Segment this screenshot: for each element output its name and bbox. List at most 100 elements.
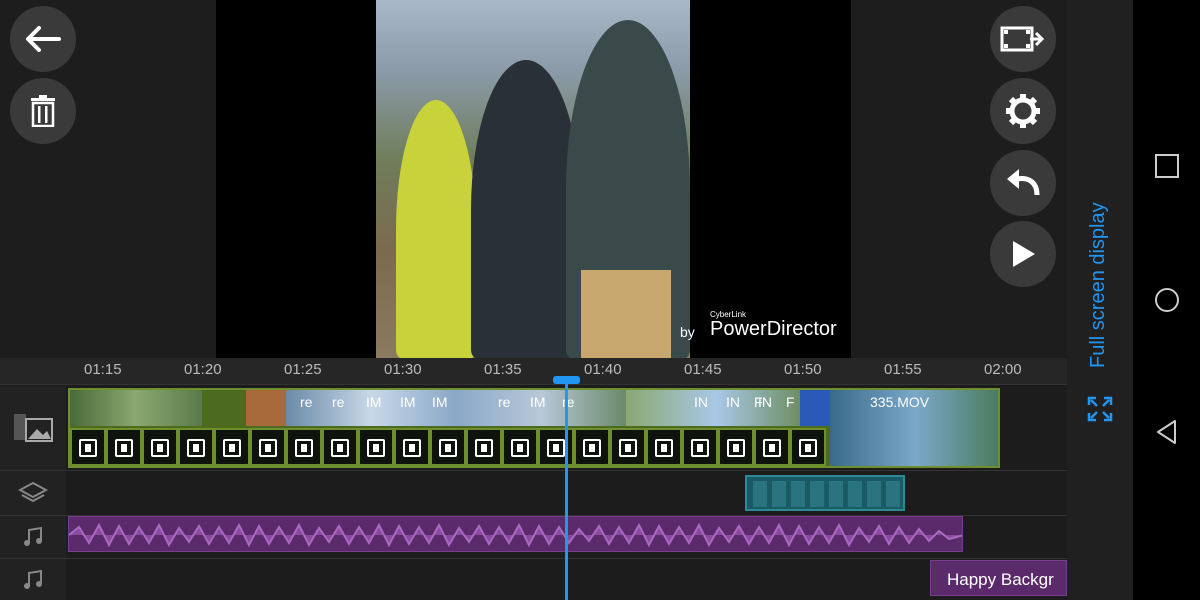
video-track-icon xyxy=(14,414,53,442)
clip-label: F xyxy=(754,394,763,410)
overlay-segment xyxy=(829,481,843,507)
music-clip-name: Happy Backgr xyxy=(947,570,1054,589)
clip-type-icon xyxy=(367,439,385,457)
clip-type-icon xyxy=(763,439,781,457)
track-divider xyxy=(0,470,1067,471)
clip-transition-block[interactable] xyxy=(322,428,358,466)
music-note-icon xyxy=(24,526,42,546)
clip-type-icon xyxy=(511,439,529,457)
clip-type-icon xyxy=(799,439,817,457)
gear-icon xyxy=(1006,94,1040,128)
clip-label: IN xyxy=(726,394,740,410)
clip-transition-block[interactable] xyxy=(142,428,178,466)
clip-label: IM xyxy=(432,394,448,410)
overlay-segment xyxy=(791,481,805,507)
clip-transition-block[interactable] xyxy=(466,428,502,466)
clip-transition-block[interactable] xyxy=(538,428,574,466)
clip-transition-block[interactable] xyxy=(70,428,106,466)
clip-thumbnail[interactable] xyxy=(246,390,286,426)
timeline[interactable]: 01:15 01:20 01:25 01:30 01:35 01:40 01:4… xyxy=(0,358,1067,600)
export-button[interactable] xyxy=(990,6,1056,72)
music-clip-2[interactable]: Happy Backgr xyxy=(930,560,1067,596)
preview-frame xyxy=(376,0,690,358)
clip-type-icon xyxy=(439,439,457,457)
square-icon[interactable] xyxy=(1153,152,1181,180)
clip-transition-block[interactable] xyxy=(178,428,214,466)
circle-icon[interactable] xyxy=(1153,286,1181,314)
android-nav-bar xyxy=(1133,0,1200,600)
clip-transition-block[interactable] xyxy=(106,428,142,466)
clip-label: re xyxy=(562,394,575,410)
overlay-segment xyxy=(867,481,881,507)
clip-type-icon xyxy=(655,439,673,457)
clip-transition-block[interactable] xyxy=(286,428,322,466)
clip-transition-block[interactable] xyxy=(754,428,790,466)
clip-label: IN xyxy=(694,394,708,410)
ruler-tick-label: 01:25 xyxy=(284,361,322,378)
clip-type-icon xyxy=(79,439,97,457)
clip-transition-block[interactable] xyxy=(430,428,466,466)
clip-type-icon xyxy=(547,439,565,457)
clip-transition-block[interactable] xyxy=(502,428,538,466)
clip-type-icon xyxy=(583,439,601,457)
clip-thumbnail[interactable] xyxy=(626,390,806,426)
settings-button[interactable] xyxy=(990,78,1056,144)
clip-transition-block[interactable] xyxy=(214,428,250,466)
clip-type-icon xyxy=(223,439,241,457)
play-button[interactable] xyxy=(990,221,1056,287)
preview-area: CyberLink by PowerDirector xyxy=(0,0,1067,358)
clip-transition-block[interactable] xyxy=(250,428,286,466)
clip-type-icon xyxy=(331,439,349,457)
overlay-segment xyxy=(772,481,786,507)
overlay-segment xyxy=(848,481,862,507)
clip-transition-block[interactable] xyxy=(610,428,646,466)
preview-person-1 xyxy=(396,100,476,358)
undo-button[interactable] xyxy=(990,150,1056,216)
clip-transition-block[interactable] xyxy=(790,428,826,466)
music-clip-1[interactable] xyxy=(68,516,963,552)
clip-label: IM xyxy=(366,394,382,410)
clip-label: re xyxy=(498,394,511,410)
clip-thumbnail[interactable] xyxy=(70,390,202,426)
clip-transition-block[interactable] xyxy=(394,428,430,466)
clip-transition-block[interactable] xyxy=(682,428,718,466)
clip-type-icon xyxy=(259,439,277,457)
clip-transition-block[interactable] xyxy=(358,428,394,466)
track-divider xyxy=(0,558,1067,559)
clip-label: F xyxy=(786,394,795,410)
clip-file-name: 335.MOV xyxy=(870,394,930,410)
ruler-tick-label: 01:20 xyxy=(184,361,222,378)
clip-label: IM xyxy=(530,394,546,410)
clip-type-icon xyxy=(403,439,421,457)
clip-type-icon xyxy=(187,439,205,457)
ruler-tick-label: 01:30 xyxy=(384,361,422,378)
watermark-brand: PowerDirector xyxy=(710,318,837,340)
watermark-by: by xyxy=(680,324,695,340)
undo-icon xyxy=(1007,169,1040,196)
preview-person-2 xyxy=(471,60,581,358)
expand-icon[interactable] xyxy=(1087,396,1113,422)
clip-transition-block[interactable] xyxy=(574,428,610,466)
clip-transition-block[interactable] xyxy=(646,428,682,466)
triangle-back-icon[interactable] xyxy=(1153,418,1181,446)
playhead[interactable] xyxy=(565,380,568,600)
music-note-icon xyxy=(24,569,42,589)
clip-type-icon xyxy=(295,439,313,457)
music-track-1-header xyxy=(0,516,66,558)
time-ruler[interactable]: 01:15 01:20 01:25 01:30 01:35 01:40 01:4… xyxy=(0,358,1067,385)
ruler-tick-label: 01:35 xyxy=(484,361,522,378)
arrow-left-icon xyxy=(26,26,61,52)
ruler-tick-label: 01:50 xyxy=(784,361,822,378)
overlay-segment xyxy=(810,481,824,507)
clip-transition-block[interactable] xyxy=(718,428,754,466)
video-track[interactable]: re re IM IM IM re IM re IN IN IN F F 335… xyxy=(68,388,1000,468)
overlay-clip[interactable] xyxy=(745,475,905,511)
fullscreen-label[interactable]: Full screen display xyxy=(1087,180,1117,390)
delete-button[interactable] xyxy=(10,78,76,144)
layers-icon xyxy=(18,481,48,503)
clip-label: IM xyxy=(400,394,416,410)
audio-waveform xyxy=(69,522,962,548)
back-button[interactable] xyxy=(10,6,76,72)
clip-type-icon xyxy=(727,439,745,457)
video-track-header xyxy=(0,386,66,470)
